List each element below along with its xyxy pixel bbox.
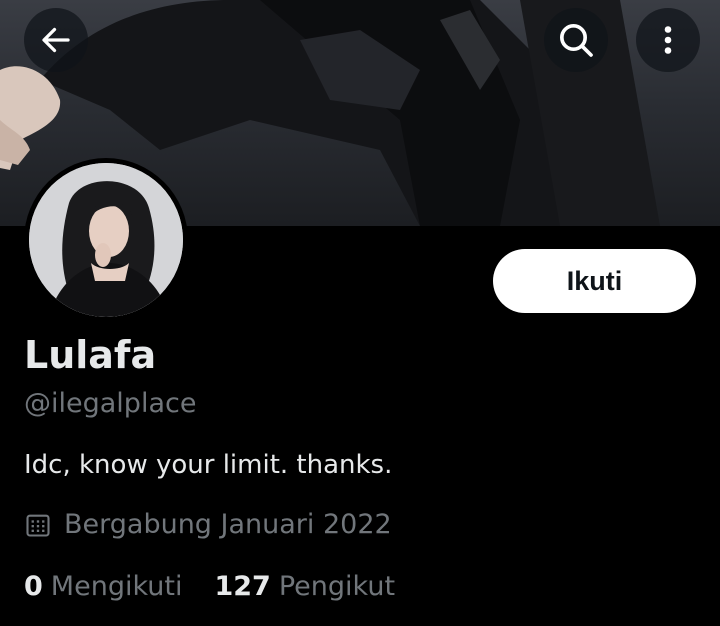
more-vertical-icon: [664, 26, 672, 54]
following-count: 0: [24, 571, 43, 602]
followers-link[interactable]: 127 Pengikut: [214, 571, 395, 602]
follow-button[interactable]: Ikuti: [493, 249, 696, 313]
join-date: Bergabung Januari 2022: [24, 509, 392, 540]
profile-bio: Idc, know your limit. thanks.: [24, 450, 393, 480]
followers-label: Pengikut: [278, 571, 396, 602]
following-label: Mengikuti: [50, 571, 183, 602]
more-options-button[interactable]: [636, 8, 700, 72]
back-button[interactable]: [24, 8, 88, 72]
avatar-photo: [29, 163, 183, 317]
follow-stats: 0 Mengikuti 127 Pengikut: [24, 571, 395, 602]
search-button[interactable]: [544, 8, 608, 72]
user-handle: @ilegalplace: [24, 388, 197, 419]
following-link[interactable]: 0 Mengikuti: [24, 571, 182, 602]
display-name: Lulafa: [24, 333, 157, 377]
join-date-text: Bergabung Januari 2022: [64, 509, 392, 540]
calendar-icon: [26, 514, 50, 537]
followers-count: 127: [214, 571, 271, 602]
avatar[interactable]: [24, 158, 188, 322]
search-icon: [560, 24, 593, 57]
arrow-left-icon: [42, 27, 70, 53]
